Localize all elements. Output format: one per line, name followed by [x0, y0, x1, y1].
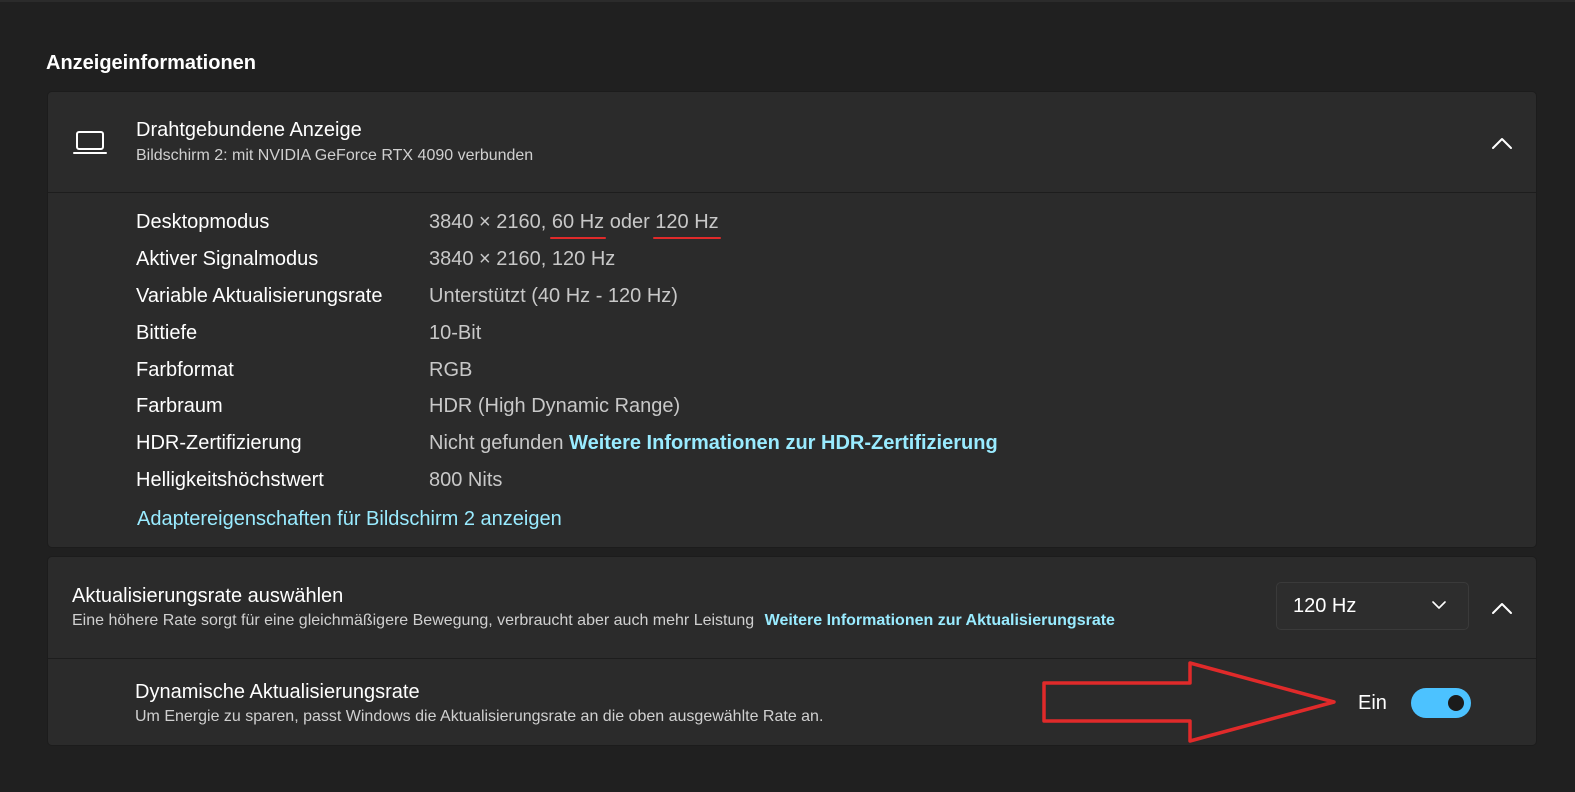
- info-value: 800 Nits: [429, 469, 503, 491]
- info-value: Nicht gefunden Weitere Informationen zur…: [429, 432, 998, 454]
- info-label: Desktopmodus: [136, 211, 270, 233]
- toggle-state-label: Ein: [1358, 692, 1387, 714]
- annotated-hz-value: 120 Hz: [655, 211, 719, 233]
- info-label: Helligkeitshöchstwert: [136, 469, 324, 491]
- refresh-rate-subtitle: Eine höhere Rate sorgt für eine gleichmä…: [72, 612, 1115, 629]
- info-label: HDR-Zertifizierung: [136, 432, 302, 454]
- info-value: Unterstützt (40 Hz - 120 Hz): [429, 285, 678, 307]
- adapter-properties-link[interactable]: Adaptereigenschaften für Bildschirm 2 an…: [137, 508, 562, 531]
- info-label: Farbraum: [136, 395, 223, 417]
- toggle-knob: [1448, 695, 1464, 711]
- annotation-arrow-icon: [1042, 661, 1336, 743]
- info-label: Farbformat: [136, 359, 234, 381]
- display-subtitle: Bildschirm 2: mit NVIDIA GeForce RTX 409…: [136, 147, 534, 164]
- display-info-card: Drahtgebundene Anzeige Bildschirm 2: mit…: [47, 91, 1537, 548]
- refresh-rate-dropdown[interactable]: 120 Hz: [1276, 582, 1469, 630]
- info-value: 3840 × 2160, 60 Hz oder 120 Hz: [429, 211, 719, 233]
- refresh-rate-header: Aktualisierungsrate auswählen Eine höher…: [48, 557, 1536, 659]
- info-value: 3840 × 2160, 120 Hz: [429, 248, 616, 270]
- refresh-rate-info-link[interactable]: Weitere Informationen zur Aktualisierung…: [765, 612, 1115, 629]
- chevron-up-icon[interactable]: [1491, 136, 1513, 150]
- info-label: Variable Aktualisierungsrate: [136, 285, 383, 307]
- info-value: 10-Bit: [429, 322, 482, 344]
- annotated-hz-value: 60 Hz: [551, 211, 605, 233]
- chevron-up-icon[interactable]: [1491, 601, 1513, 615]
- info-value: HDR (High Dynamic Range): [429, 395, 681, 417]
- section-title: Anzeigeinformationen: [46, 52, 257, 74]
- dynamic-refresh-toggle[interactable]: [1411, 688, 1471, 718]
- display-card-header[interactable]: Drahtgebundene Anzeige Bildschirm 2: mit…: [48, 92, 1536, 193]
- refresh-rate-title: Aktualisierungsrate auswählen: [72, 585, 344, 607]
- dynamic-refresh-subtitle: Um Energie zu sparen, passt Windows die …: [135, 708, 824, 725]
- laptop-icon: [73, 131, 107, 154]
- top-divider: [0, 0, 1575, 2]
- dynamic-refresh-title: Dynamische Aktualisierungsrate: [135, 681, 420, 703]
- refresh-rate-selected: 120 Hz: [1293, 595, 1357, 617]
- info-value: RGB: [429, 359, 473, 381]
- info-label: Bittiefe: [136, 322, 198, 344]
- display-title: Drahtgebundene Anzeige: [136, 119, 362, 141]
- hdr-cert-link[interactable]: Weitere Informationen zur HDR-Zertifizie…: [569, 432, 998, 454]
- info-label: Aktiver Signalmodus: [136, 248, 319, 270]
- chevron-down-icon: [1432, 601, 1446, 609]
